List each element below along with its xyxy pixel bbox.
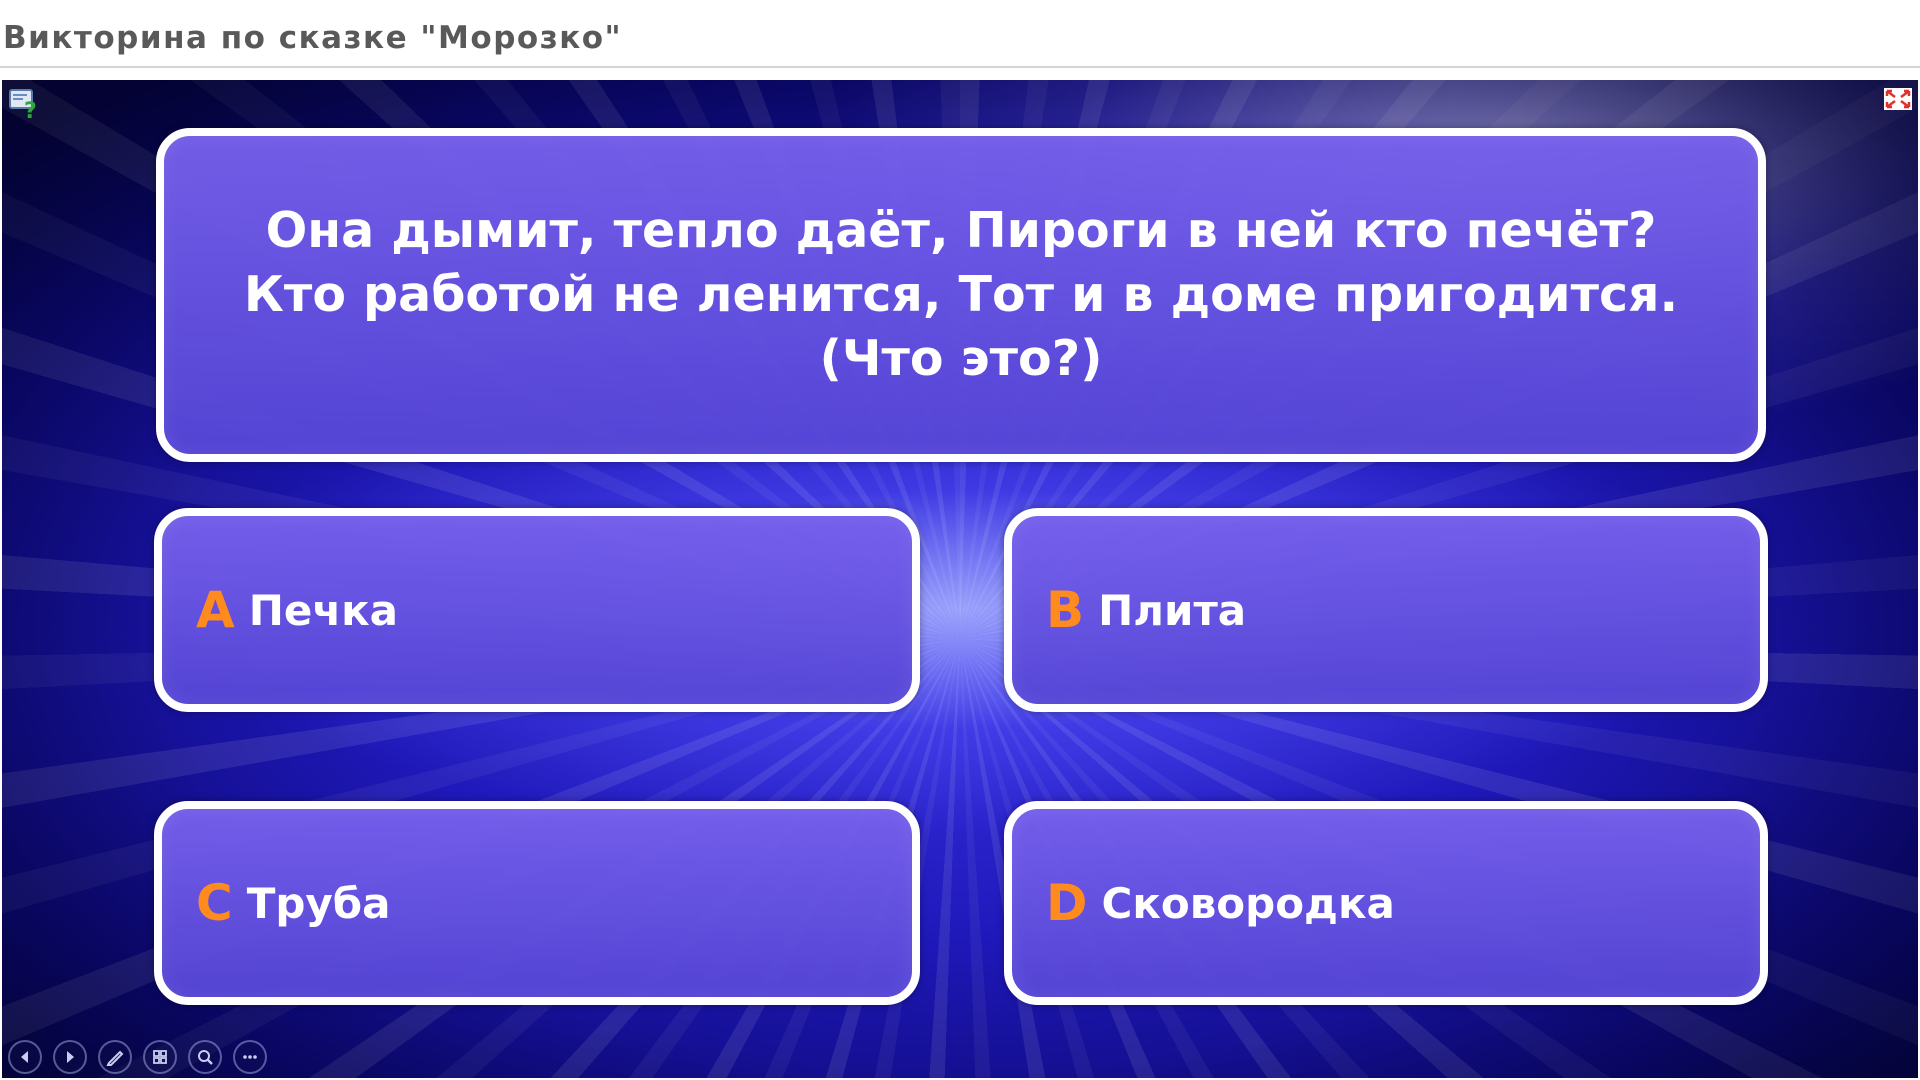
- slideshow-toolbar: [8, 1040, 267, 1074]
- question-box: Она дымит, тепло даёт, Пироги в ней кто …: [156, 128, 1766, 462]
- answer-option-d[interactable]: D Сковородка: [1004, 801, 1768, 1005]
- answer-letter: A: [196, 581, 235, 639]
- svg-text:?: ?: [24, 99, 37, 120]
- slides-grid-icon[interactable]: [143, 1040, 177, 1074]
- answer-letter: B: [1046, 581, 1085, 639]
- answer-text: Сковородка: [1101, 878, 1395, 928]
- page-header: Викторина по сказке "Морозко": [0, 0, 1920, 68]
- more-options-icon[interactable]: [233, 1040, 267, 1074]
- question-text: Она дымит, тепло даёт, Пироги в ней кто …: [243, 202, 1679, 387]
- zoom-icon[interactable]: [188, 1040, 222, 1074]
- answer-letter: C: [196, 874, 233, 932]
- answer-text: Плита: [1098, 585, 1247, 635]
- pen-icon[interactable]: [98, 1040, 132, 1074]
- help-icon[interactable]: ?: [8, 86, 42, 124]
- next-slide-icon[interactable]: [53, 1040, 87, 1074]
- previous-slide-icon[interactable]: [8, 1040, 42, 1074]
- page-title: Викторина по сказке "Морозко": [3, 20, 623, 56]
- answer-text: Труба: [246, 878, 391, 928]
- fullscreen-icon[interactable]: [1884, 88, 1912, 110]
- answer-letter: D: [1046, 874, 1088, 932]
- answer-option-c[interactable]: C Труба: [154, 801, 920, 1005]
- answer-option-a[interactable]: A Печка: [154, 508, 920, 712]
- answer-text: Печка: [248, 585, 399, 635]
- answer-option-b[interactable]: B Плита: [1004, 508, 1768, 712]
- slide-stage[interactable]: ? Она дымит, тепло даёт, Пироги в ней кт…: [2, 80, 1918, 1078]
